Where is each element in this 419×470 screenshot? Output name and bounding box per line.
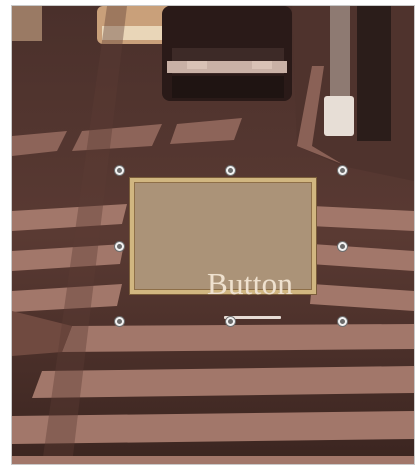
resize-handle-top-right[interactable] [337,165,348,176]
button-label[interactable]: Button [207,266,293,302]
resize-handle-middle-left[interactable] [114,241,125,252]
resize-handle-bottom-right[interactable] [337,316,348,327]
photo-canvas: Button [12,6,414,464]
resize-handle-top-left[interactable] [114,165,125,176]
resize-handle-bottom-center[interactable] [225,316,236,327]
resize-handle-bottom-left[interactable] [114,316,125,327]
resize-handle-top-center[interactable] [225,165,236,176]
resize-handle-middle-right[interactable] [337,241,348,252]
